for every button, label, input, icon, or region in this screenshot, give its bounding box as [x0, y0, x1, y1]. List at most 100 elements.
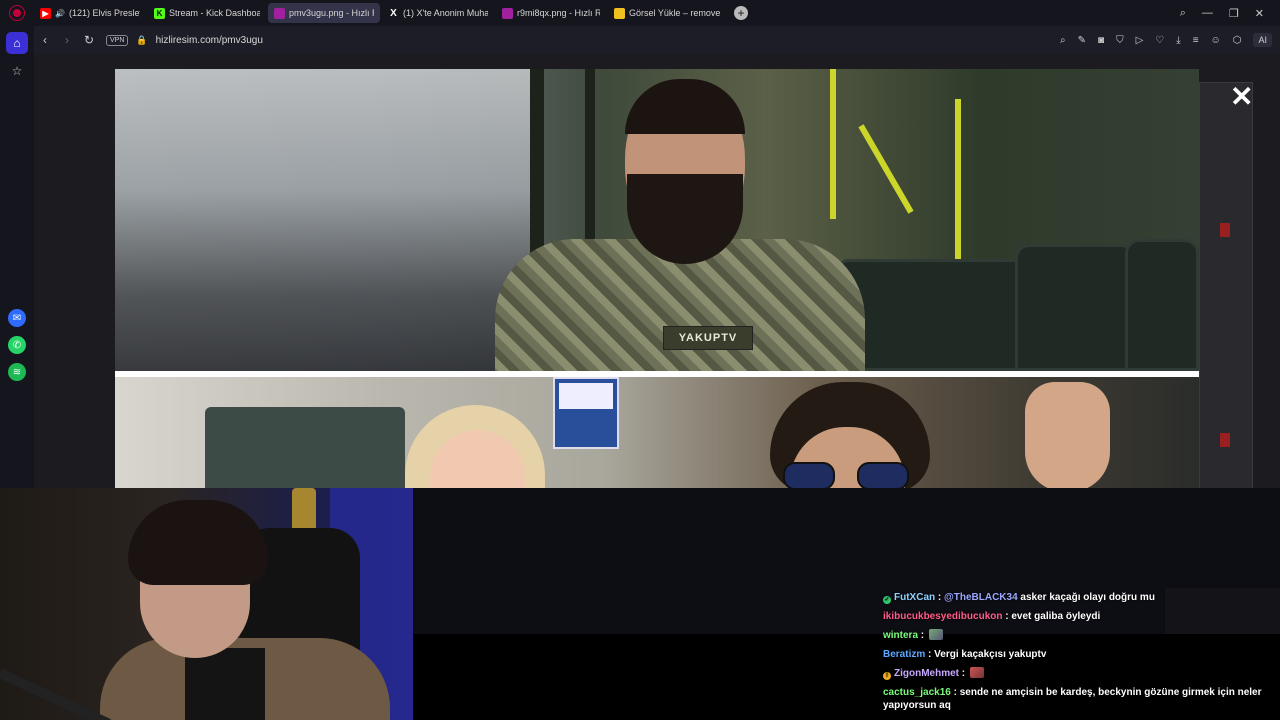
chat-username[interactable]: Beratizm — [883, 649, 925, 660]
tab-bar: ▶ 🔊 (121) Elvis Presley - Ca K Stream - … — [0, 0, 1280, 26]
chat-message: Beratizm : Vergi kaçakçısı yakuptv — [880, 645, 1275, 664]
whatsapp-icon[interactable]: ✆ — [8, 336, 26, 354]
bus-stop-sign — [553, 377, 619, 449]
search-tabs-icon[interactable]: ⌕ — [1180, 7, 1186, 20]
sidebar: ⌂ ☆ ✉ ✆ ≋ — [0, 26, 34, 488]
background-badge — [1220, 433, 1230, 447]
chat-mention[interactable]: @TheBLACK34 — [944, 592, 1018, 603]
chat-separator: : — [918, 630, 927, 641]
background-listing — [1199, 82, 1253, 488]
chat-username[interactable]: ikibucukbesyedibucukon — [883, 611, 1002, 622]
profile-icon[interactable]: ☺ — [1211, 35, 1221, 46]
home-icon[interactable]: ⌂ — [6, 32, 28, 54]
background-badge — [1220, 223, 1230, 237]
lightbox-image-bottom[interactable] — [115, 377, 1199, 488]
youtube-icon: ▶ — [40, 7, 51, 19]
forward-button[interactable]: › — [56, 33, 78, 47]
screen: ▶ 🔊 (121) Elvis Presley - Ca K Stream - … — [0, 0, 1280, 720]
chat-username[interactable]: FutXCan — [894, 592, 935, 603]
star-icon[interactable]: ☆ — [6, 60, 28, 82]
tab-r9mi8qx[interactable]: r9mi8qx.png - Hızlı Resim — [496, 3, 606, 23]
restore-button[interactable]: ❐ — [1229, 7, 1239, 20]
chat-message: cactus_jack16 : sende ne amçisin be kard… — [880, 683, 1275, 715]
streamer-webcam — [0, 488, 413, 720]
chat-username[interactable]: wintera — [883, 630, 918, 641]
ai-button[interactable]: AI — [1253, 33, 1272, 47]
hizliresim-icon — [502, 7, 513, 19]
edit-icon[interactable]: ✎ — [1078, 35, 1086, 46]
menu-icon[interactable]: ≡ — [1193, 35, 1199, 46]
new-tab-button[interactable]: + — [734, 6, 748, 20]
bus-seat — [1015, 244, 1135, 371]
bus-seat — [1125, 239, 1199, 371]
chat-message: wintera : — [880, 626, 1275, 645]
rainy-window — [115, 69, 535, 371]
tab-kick-dashboard[interactable]: K Stream - Kick Dashboard — [148, 3, 266, 23]
speaker-icon[interactable]: 🔊 — [55, 9, 65, 18]
chat-separator: : — [925, 649, 935, 660]
chat-text: evet galiba öyleydi — [1011, 611, 1101, 622]
chat-username[interactable]: cactus_jack16 — [883, 687, 951, 698]
tab-title: Görsel Yükle – remove.bg — [629, 8, 720, 18]
bus-seat — [835, 259, 1035, 371]
x-icon: X — [390, 7, 397, 19]
camera-icon[interactable]: ◙ — [1098, 35, 1104, 46]
man-in-uniform: YAKUPTV — [495, 79, 865, 371]
tab-pmv3ugu[interactable]: pmv3ugu.png - Hızlı Resim — [268, 3, 380, 23]
play-icon[interactable]: ▷ — [1136, 35, 1144, 46]
messenger-icon[interactable]: ✉ — [8, 309, 26, 327]
stream-chat: ✓ FutXCan : @TheBLACK34 asker kaçağı olay… — [880, 588, 1275, 715]
chat-text: asker kaçağı olayı doğru mu — [1017, 592, 1155, 603]
back-button[interactable]: ‹ — [34, 33, 56, 47]
extensions-icon[interactable]: ⬡ — [1233, 35, 1242, 46]
microphone-arm — [0, 668, 111, 720]
tab-x[interactable]: X (1) X'te Anonim Muhabir: — [382, 3, 494, 23]
heart-icon[interactable]: ♡ — [1155, 35, 1164, 46]
man-with-sunglasses — [695, 382, 1155, 488]
chat-separator: : — [935, 592, 944, 603]
removebg-icon — [614, 7, 625, 19]
tab-title: Stream - Kick Dashboard — [169, 8, 260, 18]
tab-removebg[interactable]: Görsel Yükle – remove.bg — [608, 3, 726, 23]
tab-title: (121) Elvis Presley - Ca — [68, 8, 140, 18]
download-icon[interactable]: ⤓ — [1176, 35, 1180, 46]
tab-title: r9mi8qx.png - Hızlı Resim — [517, 8, 600, 18]
reload-button[interactable]: ↻ — [78, 33, 100, 47]
chat-message: ✓ FutXCan : @TheBLACK34 asker kaçağı olay… — [880, 588, 1275, 607]
minimize-button[interactable]: — — [1202, 7, 1213, 19]
shield-icon[interactable]: ⛉ — [1116, 35, 1124, 46]
bus-shelter — [205, 407, 405, 488]
lightbox-image-top[interactable]: YAKUPTV — [115, 69, 1199, 371]
uniform-nametag: YAKUPTV — [663, 326, 753, 350]
spotify-icon[interactable]: ≋ — [8, 363, 26, 381]
chat-separator: : — [959, 668, 968, 679]
smiling-woman — [405, 405, 555, 488]
tab-title: pmv3ugu.png - Hızlı Resim — [289, 8, 374, 18]
hizliresim-icon — [274, 7, 285, 19]
chat-message: ikibucukbesyedibucukon : evet galiba öyl… — [880, 607, 1275, 626]
chat-message: ! ZigonMehmet : — [880, 664, 1275, 683]
address-bar: ‹ › ↻ VPN 🔒 hizliresim.com/pmv3ugu ⌕ ✎ ◙… — [34, 26, 1280, 54]
vpn-badge[interactable]: VPN — [106, 34, 129, 46]
verified-badge-icon: ✓ — [883, 596, 891, 604]
close-lightbox-button[interactable]: ✕ — [1230, 80, 1253, 113]
emote-icon — [969, 667, 984, 678]
tab-youtube[interactable]: ▶ 🔊 (121) Elvis Presley - Ca — [34, 3, 146, 23]
close-window-button[interactable]: ✕ — [1255, 7, 1264, 20]
kick-icon: K — [154, 7, 165, 19]
emote-icon — [928, 629, 943, 640]
gift-badge-icon: ! — [883, 672, 891, 680]
chat-text: Vergi kaçakçısı yakuptv — [934, 649, 1047, 660]
chat-username[interactable]: ZigonMehmet — [894, 668, 959, 679]
opera-menu-button[interactable] — [0, 0, 34, 26]
tab-title: (1) X'te Anonim Muhabir: — [403, 8, 488, 18]
url-field[interactable]: hizliresim.com/pmv3ugu — [156, 35, 263, 46]
lock-icon[interactable]: 🔒 — [136, 35, 147, 46]
zoom-icon[interactable]: ⌕ — [1060, 35, 1066, 46]
address-tools: ⌕ ✎ ◙ ⛉ ▷ ♡ ⤓ ≡ ☺ ⬡ AI — [1060, 33, 1280, 47]
chat-separator: : — [950, 687, 960, 698]
opera-logo-icon — [9, 5, 25, 21]
handrail — [858, 124, 914, 214]
window-controls: ⌕ — ❐ ✕ — [1180, 7, 1280, 20]
page-viewport: YAKUPTV ✕ — [34, 54, 1280, 488]
